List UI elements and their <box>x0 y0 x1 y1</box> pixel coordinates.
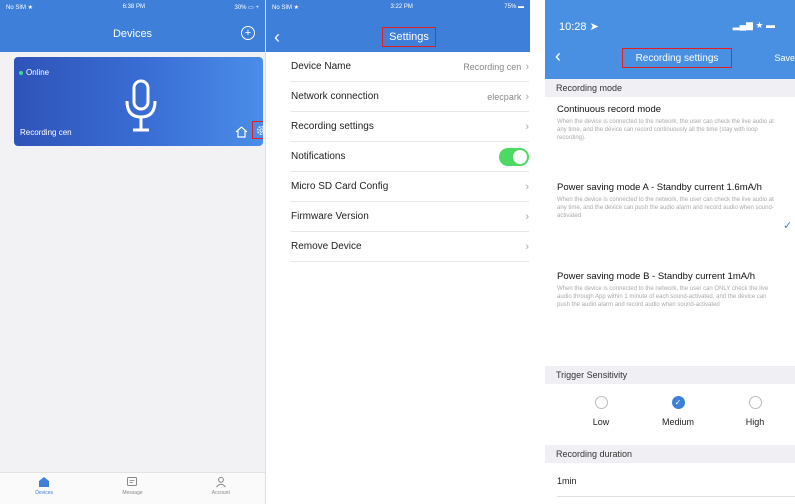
tab-message[interactable]: Message <box>88 473 176 504</box>
home-icon <box>39 477 50 487</box>
tab-devices-label: Devices <box>35 490 54 496</box>
sensitivity-label: Low <box>592 417 610 427</box>
recording-header: 10:28 ➤ ▂▄▆ ★ ▬ ‹ Recording settings Sav… <box>545 0 795 80</box>
row-label: Remove Device <box>291 241 362 252</box>
chevron-right-icon: › <box>525 120 529 133</box>
chevron-right-icon: › <box>525 210 529 223</box>
mode-title: Continuous record mode <box>557 104 662 115</box>
mode-power-saving-a[interactable]: Power saving mode A - Standby current 1.… <box>557 182 779 220</box>
status-time: 6:38 PM <box>122 4 145 10</box>
checkmark-icon: ✓ <box>783 220 793 232</box>
page-title: Devices <box>112 28 153 40</box>
chevron-right-icon: › <box>525 180 529 193</box>
toggle-knob <box>513 149 527 164</box>
row-label: Firmware Version <box>291 211 369 222</box>
carrier-text: No SIM ★ <box>272 4 300 11</box>
sensitivity-high[interactable]: High <box>735 392 775 434</box>
mode-description: When the device is connected to the netw… <box>557 197 774 219</box>
row-label: Micro SD Card Config <box>291 181 389 192</box>
radio-checked-icon: ✓ <box>671 396 685 409</box>
signal-status: ▂▄▆ ★ ▬ <box>732 20 775 30</box>
row-firmware-version[interactable]: Firmware Version › <box>291 202 529 232</box>
notifications-toggle[interactable] <box>499 147 529 166</box>
row-label: Recording settings <box>291 121 374 132</box>
mode-description: When the device is connected to the netw… <box>557 286 769 308</box>
carrier-text: No SIM ★ <box>6 4 34 11</box>
battery-text: 75% ▬ <box>504 4 524 10</box>
device-status: Online <box>19 68 49 77</box>
settings-screen: No SIM ★ 3:22 PM 75% ▬ ‹ Settings Device… <box>265 0 530 504</box>
row-micro-sd-card[interactable]: Micro SD Card Config › <box>291 172 529 202</box>
row-label: Device Name <box>291 61 352 72</box>
save-button[interactable]: Save <box>774 53 795 63</box>
sensitivity-label: Medium <box>661 417 694 427</box>
row-notifications: Notifications <box>291 142 529 172</box>
sensitivity-selector: Low ✓ Medium High <box>545 392 795 434</box>
tab-account-label: Account <box>211 490 230 496</box>
gear-icon <box>256 125 263 135</box>
section-recording-duration: Recording duration <box>545 445 795 463</box>
page-title: Recording settings <box>622 48 732 68</box>
device-card[interactable]: Online Recording cen <box>14 57 263 146</box>
status-time: 10:28 ➤ <box>559 21 599 33</box>
row-network-connection[interactable]: Network connection elecpark › <box>291 82 529 112</box>
mode-title: Power saving mode B - Standby current 1m… <box>557 271 756 282</box>
microphone-icon <box>125 79 157 132</box>
row-label: Network connection <box>291 91 379 102</box>
divider <box>557 496 795 497</box>
plus-circle-icon[interactable]: + <box>241 26 255 40</box>
sensitivity-low[interactable]: Low <box>581 392 621 434</box>
tab-message-label: Message <box>122 490 143 496</box>
home-icon[interactable] <box>235 126 248 138</box>
user-icon <box>215 476 226 488</box>
row-label: Notifications <box>291 151 346 162</box>
radio-icon <box>594 396 608 409</box>
mode-description: When the device is connected to the netw… <box>557 119 774 141</box>
devices-header: No SIM ★ 6:38 PM 30% ▭ + Devices + <box>0 0 265 52</box>
mode-title: Power saving mode A - Standby current 1.… <box>557 182 762 193</box>
device-name: Recording cen <box>20 128 72 137</box>
online-dot-icon <box>19 70 23 75</box>
chevron-right-icon: › <box>525 240 529 253</box>
settings-button[interactable] <box>252 121 263 139</box>
status-bar: No SIM ★ 6:38 PM 30% ▭ + <box>0 0 265 14</box>
recording-settings-screen: 10:28 ➤ ▂▄▆ ★ ▬ ‹ Recording settings Sav… <box>545 0 795 504</box>
status-time: 3:22 PM <box>390 4 413 10</box>
row-value: Recording cen <box>463 61 522 72</box>
battery-text: 30% ▭ + <box>234 4 259 11</box>
duration-value[interactable]: 1min <box>557 476 577 486</box>
mode-power-saving-b[interactable]: Power saving mode B - Standby current 1m… <box>557 271 779 309</box>
mode-continuous[interactable]: Continuous record mode When the device i… <box>557 104 779 142</box>
section-recording-mode: Recording mode <box>545 79 795 97</box>
row-recording-settings[interactable]: Recording settings › <box>291 112 529 142</box>
bottom-tab-bar: Devices Message Account <box>0 472 265 504</box>
sensitivity-medium[interactable]: ✓ Medium <box>658 392 698 434</box>
row-remove-device[interactable]: Remove Device › <box>291 232 529 262</box>
back-chevron-icon[interactable]: ‹ <box>555 47 561 65</box>
page-title: Settings <box>382 27 436 47</box>
sensitivity-label: High <box>745 417 765 427</box>
row-device-name[interactable]: Device Name Recording cen › <box>291 52 529 82</box>
chevron-right-icon: › <box>525 90 529 103</box>
chevron-right-icon: › <box>525 60 529 73</box>
settings-header: No SIM ★ 3:22 PM 75% ▬ ‹ Settings <box>266 0 530 52</box>
back-chevron-icon[interactable]: ‹ <box>274 28 280 46</box>
devices-screen: No SIM ★ 6:38 PM 30% ▭ + Devices + Onlin… <box>0 0 265 504</box>
section-trigger-sensitivity: Trigger Sensitivity <box>545 366 795 384</box>
message-icon <box>127 477 138 486</box>
tab-devices[interactable]: Devices <box>0 473 88 504</box>
radio-icon <box>748 396 762 409</box>
tab-account[interactable]: Account <box>177 473 265 504</box>
device-status-label: Online <box>26 68 50 77</box>
status-bar: No SIM ★ 3:22 PM 75% ▬ <box>266 0 530 14</box>
row-value: elecpark <box>487 91 522 102</box>
